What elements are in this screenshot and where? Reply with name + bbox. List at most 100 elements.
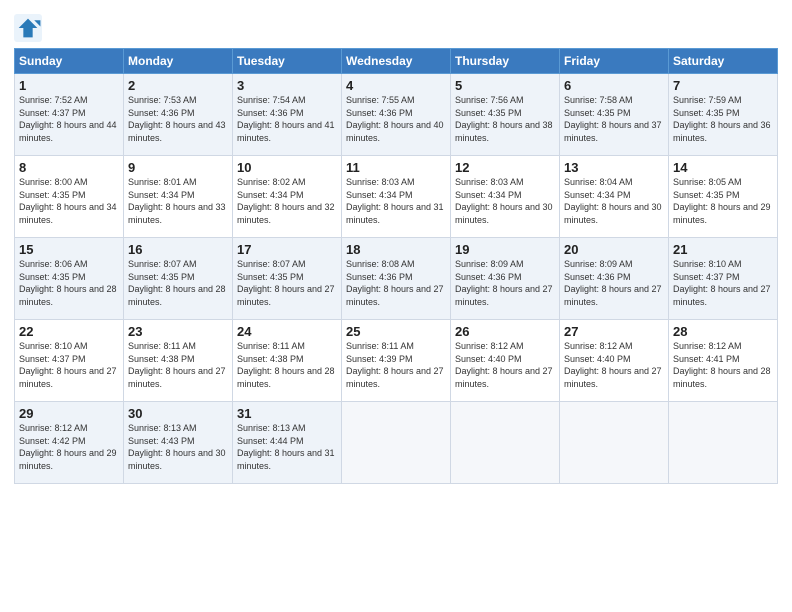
day-content: Sunrise: 7:53 AM Sunset: 4:36 PM Dayligh… — [128, 94, 228, 144]
day-number: 26 — [455, 324, 555, 339]
day-number: 13 — [564, 160, 664, 175]
day-number: 20 — [564, 242, 664, 257]
day-content: Sunrise: 8:05 AM Sunset: 4:35 PM Dayligh… — [673, 176, 773, 226]
day-number: 9 — [128, 160, 228, 175]
col-header-wednesday: Wednesday — [342, 49, 451, 74]
calendar-cell — [451, 402, 560, 484]
calendar-week-3: 15 Sunrise: 8:06 AM Sunset: 4:35 PM Dayl… — [15, 238, 778, 320]
day-content: Sunrise: 7:52 AM Sunset: 4:37 PM Dayligh… — [19, 94, 119, 144]
day-number: 28 — [673, 324, 773, 339]
day-number: 29 — [19, 406, 119, 421]
day-content: Sunrise: 8:09 AM Sunset: 4:36 PM Dayligh… — [455, 258, 555, 308]
day-content: Sunrise: 8:11 AM Sunset: 4:38 PM Dayligh… — [237, 340, 337, 390]
calendar-cell: 15 Sunrise: 8:06 AM Sunset: 4:35 PM Dayl… — [15, 238, 124, 320]
calendar-week-4: 22 Sunrise: 8:10 AM Sunset: 4:37 PM Dayl… — [15, 320, 778, 402]
calendar-cell: 17 Sunrise: 8:07 AM Sunset: 4:35 PM Dayl… — [233, 238, 342, 320]
calendar-week-1: 1 Sunrise: 7:52 AM Sunset: 4:37 PM Dayli… — [15, 74, 778, 156]
calendar-cell: 12 Sunrise: 8:03 AM Sunset: 4:34 PM Dayl… — [451, 156, 560, 238]
day-content: Sunrise: 8:02 AM Sunset: 4:34 PM Dayligh… — [237, 176, 337, 226]
day-content: Sunrise: 8:04 AM Sunset: 4:34 PM Dayligh… — [564, 176, 664, 226]
day-number: 7 — [673, 78, 773, 93]
day-number: 23 — [128, 324, 228, 339]
day-content: Sunrise: 8:11 AM Sunset: 4:38 PM Dayligh… — [128, 340, 228, 390]
day-number: 27 — [564, 324, 664, 339]
day-content: Sunrise: 8:12 AM Sunset: 4:42 PM Dayligh… — [19, 422, 119, 472]
calendar-cell: 11 Sunrise: 8:03 AM Sunset: 4:34 PM Dayl… — [342, 156, 451, 238]
calendar-cell: 28 Sunrise: 8:12 AM Sunset: 4:41 PM Dayl… — [669, 320, 778, 402]
day-content: Sunrise: 7:59 AM Sunset: 4:35 PM Dayligh… — [673, 94, 773, 144]
header-row-days: SundayMondayTuesdayWednesdayThursdayFrid… — [15, 49, 778, 74]
calendar-cell: 19 Sunrise: 8:09 AM Sunset: 4:36 PM Dayl… — [451, 238, 560, 320]
day-number: 21 — [673, 242, 773, 257]
day-number: 5 — [455, 78, 555, 93]
calendar-cell: 26 Sunrise: 8:12 AM Sunset: 4:40 PM Dayl… — [451, 320, 560, 402]
day-number: 19 — [455, 242, 555, 257]
calendar-cell — [669, 402, 778, 484]
calendar-cell: 16 Sunrise: 8:07 AM Sunset: 4:35 PM Dayl… — [124, 238, 233, 320]
day-content: Sunrise: 7:58 AM Sunset: 4:35 PM Dayligh… — [564, 94, 664, 144]
day-content: Sunrise: 7:54 AM Sunset: 4:36 PM Dayligh… — [237, 94, 337, 144]
day-content: Sunrise: 8:09 AM Sunset: 4:36 PM Dayligh… — [564, 258, 664, 308]
day-content: Sunrise: 8:13 AM Sunset: 4:43 PM Dayligh… — [128, 422, 228, 472]
day-content: Sunrise: 8:07 AM Sunset: 4:35 PM Dayligh… — [128, 258, 228, 308]
day-number: 17 — [237, 242, 337, 257]
page-container: SundayMondayTuesdayWednesdayThursdayFrid… — [0, 0, 792, 492]
col-header-tuesday: Tuesday — [233, 49, 342, 74]
calendar-week-2: 8 Sunrise: 8:00 AM Sunset: 4:35 PM Dayli… — [15, 156, 778, 238]
day-number: 12 — [455, 160, 555, 175]
day-content: Sunrise: 8:13 AM Sunset: 4:44 PM Dayligh… — [237, 422, 337, 472]
day-number: 30 — [128, 406, 228, 421]
day-content: Sunrise: 8:00 AM Sunset: 4:35 PM Dayligh… — [19, 176, 119, 226]
day-number: 31 — [237, 406, 337, 421]
day-content: Sunrise: 8:06 AM Sunset: 4:35 PM Dayligh… — [19, 258, 119, 308]
calendar-cell: 6 Sunrise: 7:58 AM Sunset: 4:35 PM Dayli… — [560, 74, 669, 156]
day-content: Sunrise: 8:12 AM Sunset: 4:40 PM Dayligh… — [564, 340, 664, 390]
day-content: Sunrise: 7:56 AM Sunset: 4:35 PM Dayligh… — [455, 94, 555, 144]
day-content: Sunrise: 7:55 AM Sunset: 4:36 PM Dayligh… — [346, 94, 446, 144]
day-number: 8 — [19, 160, 119, 175]
day-number: 25 — [346, 324, 446, 339]
col-header-friday: Friday — [560, 49, 669, 74]
calendar-table: SundayMondayTuesdayWednesdayThursdayFrid… — [14, 48, 778, 484]
day-number: 3 — [237, 78, 337, 93]
day-content: Sunrise: 8:01 AM Sunset: 4:34 PM Dayligh… — [128, 176, 228, 226]
day-number: 4 — [346, 78, 446, 93]
day-number: 11 — [346, 160, 446, 175]
col-header-thursday: Thursday — [451, 49, 560, 74]
calendar-cell: 20 Sunrise: 8:09 AM Sunset: 4:36 PM Dayl… — [560, 238, 669, 320]
logo-icon — [14, 14, 42, 42]
day-number: 6 — [564, 78, 664, 93]
day-number: 14 — [673, 160, 773, 175]
calendar-cell: 8 Sunrise: 8:00 AM Sunset: 4:35 PM Dayli… — [15, 156, 124, 238]
calendar-cell: 4 Sunrise: 7:55 AM Sunset: 4:36 PM Dayli… — [342, 74, 451, 156]
day-content: Sunrise: 8:12 AM Sunset: 4:40 PM Dayligh… — [455, 340, 555, 390]
calendar-cell: 30 Sunrise: 8:13 AM Sunset: 4:43 PM Dayl… — [124, 402, 233, 484]
day-content: Sunrise: 8:11 AM Sunset: 4:39 PM Dayligh… — [346, 340, 446, 390]
col-header-monday: Monday — [124, 49, 233, 74]
day-number: 24 — [237, 324, 337, 339]
day-content: Sunrise: 8:03 AM Sunset: 4:34 PM Dayligh… — [455, 176, 555, 226]
calendar-cell: 3 Sunrise: 7:54 AM Sunset: 4:36 PM Dayli… — [233, 74, 342, 156]
day-content: Sunrise: 8:03 AM Sunset: 4:34 PM Dayligh… — [346, 176, 446, 226]
day-number: 15 — [19, 242, 119, 257]
day-content: Sunrise: 8:10 AM Sunset: 4:37 PM Dayligh… — [673, 258, 773, 308]
calendar-cell: 21 Sunrise: 8:10 AM Sunset: 4:37 PM Dayl… — [669, 238, 778, 320]
day-number: 16 — [128, 242, 228, 257]
calendar-cell: 7 Sunrise: 7:59 AM Sunset: 4:35 PM Dayli… — [669, 74, 778, 156]
col-header-sunday: Sunday — [15, 49, 124, 74]
day-number: 1 — [19, 78, 119, 93]
calendar-cell: 24 Sunrise: 8:11 AM Sunset: 4:38 PM Dayl… — [233, 320, 342, 402]
calendar-cell: 10 Sunrise: 8:02 AM Sunset: 4:34 PM Dayl… — [233, 156, 342, 238]
calendar-week-5: 29 Sunrise: 8:12 AM Sunset: 4:42 PM Dayl… — [15, 402, 778, 484]
calendar-cell — [342, 402, 451, 484]
calendar-cell: 18 Sunrise: 8:08 AM Sunset: 4:36 PM Dayl… — [342, 238, 451, 320]
calendar-cell: 14 Sunrise: 8:05 AM Sunset: 4:35 PM Dayl… — [669, 156, 778, 238]
calendar-cell: 9 Sunrise: 8:01 AM Sunset: 4:34 PM Dayli… — [124, 156, 233, 238]
day-number: 18 — [346, 242, 446, 257]
calendar-cell: 23 Sunrise: 8:11 AM Sunset: 4:38 PM Dayl… — [124, 320, 233, 402]
calendar-cell: 13 Sunrise: 8:04 AM Sunset: 4:34 PM Dayl… — [560, 156, 669, 238]
calendar-cell: 22 Sunrise: 8:10 AM Sunset: 4:37 PM Dayl… — [15, 320, 124, 402]
logo — [14, 14, 46, 42]
day-number: 22 — [19, 324, 119, 339]
day-content: Sunrise: 8:12 AM Sunset: 4:41 PM Dayligh… — [673, 340, 773, 390]
